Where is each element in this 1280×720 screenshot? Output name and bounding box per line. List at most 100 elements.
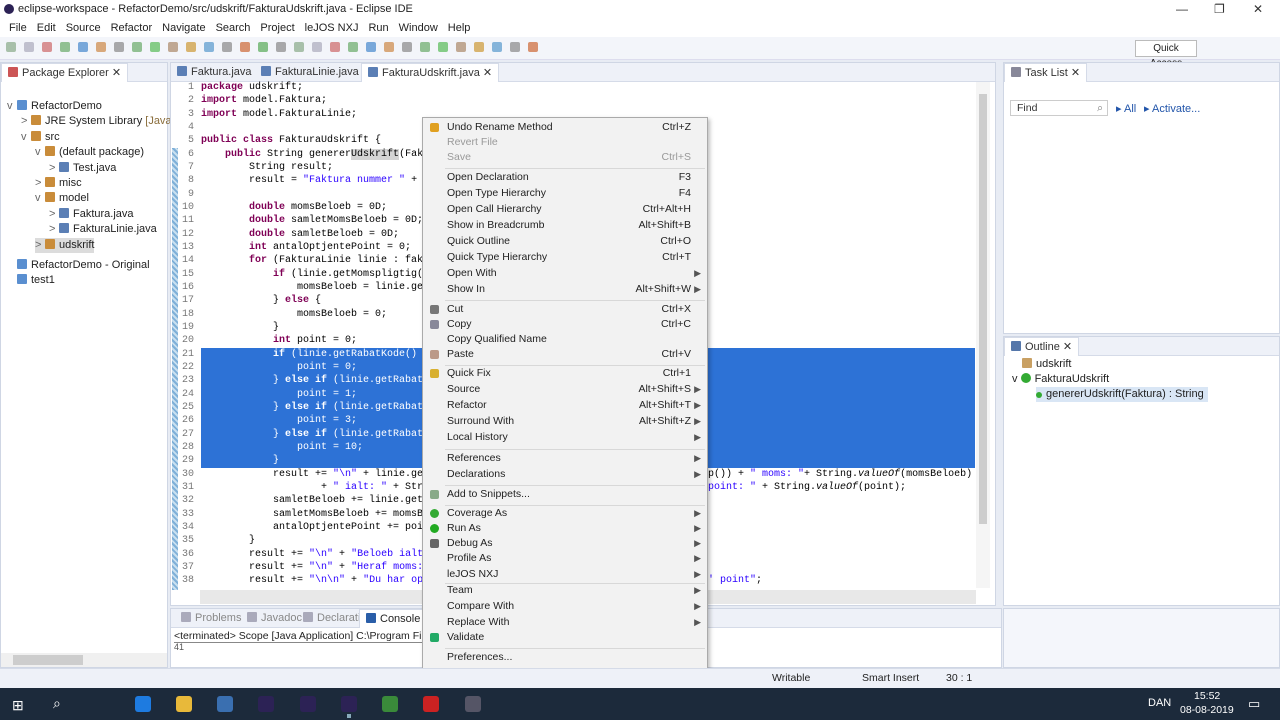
tree-item[interactable]: > JRE System Library [JavaSE- xyxy=(21,114,190,129)
maximize-button[interactable]: ❐ xyxy=(1214,0,1225,19)
menu-item-revert-file[interactable]: Revert File xyxy=(423,135,707,150)
acrobat-icon[interactable] xyxy=(423,696,439,712)
toolbar-button-icon[interactable] xyxy=(132,42,142,52)
expand-toggle-icon[interactable]: > xyxy=(35,238,45,253)
expand-toggle-icon[interactable]: > xyxy=(21,114,31,129)
tree-item[interactable]: v src xyxy=(21,130,60,145)
menu-item-surround-with[interactable]: Surround With Alt+Shift+Z ▶ xyxy=(423,414,707,429)
menu-refactor[interactable]: Refactor xyxy=(106,19,158,37)
toolbar-button-icon[interactable] xyxy=(348,42,358,52)
toolbar-button-icon[interactable] xyxy=(240,42,250,52)
tree-item[interactable]: > udskrift xyxy=(35,237,95,253)
menu-item-open-with[interactable]: Open With ▶ xyxy=(423,266,707,281)
toolbar-button-icon[interactable] xyxy=(222,42,232,52)
toolbar-button-icon[interactable] xyxy=(186,42,196,52)
toolbar-button-icon[interactable] xyxy=(96,42,106,52)
notifications-icon[interactable]: ▭ xyxy=(1248,696,1260,712)
menu-item-open-declaration[interactable]: Open Declaration F3 xyxy=(423,170,707,185)
menu-item-references[interactable]: References ▶ xyxy=(423,451,707,466)
toolbar-button-icon[interactable] xyxy=(456,42,466,52)
menu-edit[interactable]: Edit xyxy=(32,19,61,37)
menu-file[interactable]: File xyxy=(4,19,32,37)
menu-item-debug-as[interactable]: Debug As ▶ xyxy=(423,536,707,551)
toolbar-button-icon[interactable] xyxy=(492,42,502,52)
horizontal-scrollbar[interactable] xyxy=(1,653,167,667)
menu-item-show-in-breadcrumb[interactable]: Show in Breadcrumb Alt+Shift+B xyxy=(423,218,707,233)
edge-icon[interactable] xyxy=(135,696,151,712)
menu-item-add-to-snippets[interactable]: Add to Snippets... xyxy=(423,487,707,502)
toolbar-button-icon[interactable] xyxy=(330,42,340,52)
menu-navigate[interactable]: Navigate xyxy=(157,19,210,37)
toolbar-button-icon[interactable] xyxy=(384,42,394,52)
toolbar-button-icon[interactable] xyxy=(276,42,286,52)
expand-toggle-icon[interactable]: > xyxy=(35,176,45,191)
tree-item[interactable]: test1 xyxy=(7,273,55,288)
menu-item-open-type-hierarchy[interactable]: Open Type Hierarchy F4 xyxy=(423,186,707,201)
menu-item-undo-rename-method[interactable]: Undo Rename Method Ctrl+Z xyxy=(423,120,707,135)
menu-item-copy[interactable]: Copy Ctrl+C xyxy=(423,317,707,332)
outline-item-method[interactable]: genererUdskrift(Faktura) : String xyxy=(1036,387,1208,402)
tab-package-explorer[interactable]: Package Explorer ✕ xyxy=(1,63,129,82)
minimize-button[interactable]: — xyxy=(1176,0,1188,19)
clock-date[interactable]: 08-08-2019 xyxy=(1180,704,1234,716)
menu-item-save[interactable]: Save Ctrl+S xyxy=(423,150,707,165)
tree-item[interactable]: > misc xyxy=(35,176,82,191)
tab-problems[interactable]: Problems xyxy=(175,609,247,628)
close-button[interactable]: ✕ xyxy=(1253,0,1263,19)
toolbar-button-icon[interactable] xyxy=(168,42,178,52)
clock-time[interactable]: 15:52 xyxy=(1194,690,1220,702)
menu-item-show-in[interactable]: Show In Alt+Shift+W ▶ xyxy=(423,282,707,297)
activate-link[interactable]: ▸ Activate... xyxy=(1144,102,1200,115)
menu-item-validate[interactable]: Validate xyxy=(423,630,707,645)
menu-item-declarations[interactable]: Declarations ▶ xyxy=(423,467,707,482)
search-icon[interactable]: ⌕ xyxy=(53,695,61,712)
menu-window[interactable]: Window xyxy=(394,19,443,37)
expand-toggle-icon[interactable]: > xyxy=(49,161,59,176)
app-icon[interactable] xyxy=(465,696,481,712)
file-explorer-icon[interactable] xyxy=(176,696,192,712)
find-input[interactable]: Find ⌕ xyxy=(1010,100,1108,116)
eclipse-icon[interactable] xyxy=(300,696,316,712)
toolbar-button-icon[interactable] xyxy=(42,42,52,52)
menu-help[interactable]: Help xyxy=(443,19,476,37)
tree-item[interactable]: v RefactorDemo xyxy=(7,99,102,114)
expand-toggle-icon[interactable]: v xyxy=(35,145,45,160)
menu-item-profile-as[interactable]: Profile As ▶ xyxy=(423,551,707,566)
expand-toggle-icon[interactable]: v xyxy=(21,130,31,145)
expand-toggle-icon[interactable]: > xyxy=(49,207,59,222)
toolbar-button-icon[interactable] xyxy=(366,42,376,52)
toolbar-button-icon[interactable] xyxy=(420,42,430,52)
language-indicator[interactable]: DAN xyxy=(1148,697,1171,709)
tree-item[interactable]: > FakturaLinie.java xyxy=(49,222,157,237)
menu-item-coverage-as[interactable]: Coverage As ▶ xyxy=(423,506,707,521)
expand-toggle-icon[interactable]: > xyxy=(49,222,59,237)
tab-outline[interactable]: Outline ✕ xyxy=(1004,337,1080,356)
menu-project[interactable]: Project xyxy=(255,19,299,37)
menu-item-lejos-nxj[interactable]: leJOS NXJ ▶ xyxy=(423,567,707,582)
menu-item-quick-type-hierarchy[interactable]: Quick Type Hierarchy Ctrl+T xyxy=(423,250,707,265)
tree-item[interactable]: v model xyxy=(35,191,89,206)
eclipse-icon[interactable] xyxy=(258,696,274,712)
outline-item-class[interactable]: v FakturaUdskrift xyxy=(1012,372,1109,387)
quick-access-input[interactable]: Quick Access xyxy=(1135,40,1197,69)
toolbar-button-icon[interactable] xyxy=(150,42,160,52)
toolbar-button-icon[interactable] xyxy=(312,42,322,52)
toolbar-button-icon[interactable] xyxy=(24,42,34,52)
menu-item-compare-with[interactable]: Compare With ▶ xyxy=(423,599,707,614)
menu-source[interactable]: Source xyxy=(61,19,106,37)
menu-item-cut[interactable]: Cut Ctrl+X xyxy=(423,302,707,317)
toolbar-button-icon[interactable] xyxy=(114,42,124,52)
all-link[interactable]: ▸ All xyxy=(1116,102,1136,115)
menu-item-run-as[interactable]: Run As ▶ xyxy=(423,521,707,536)
store-icon[interactable] xyxy=(217,696,233,712)
menu-item-open-call-hierarchy[interactable]: Open Call Hierarchy Ctrl+Alt+H xyxy=(423,202,707,217)
toolbar-button-icon[interactable] xyxy=(438,42,448,52)
toolbar-button-icon[interactable] xyxy=(528,42,538,52)
tree-item[interactable]: > Faktura.java xyxy=(49,207,134,222)
menu-lejos-nxj[interactable]: leJOS NXJ xyxy=(300,19,364,37)
menu-item-replace-with[interactable]: Replace With ▶ xyxy=(423,615,707,630)
vertical-scrollbar[interactable] xyxy=(976,82,990,588)
tab-task-list[interactable]: Task List ✕ xyxy=(1004,63,1088,82)
toolbar-button-icon[interactable] xyxy=(78,42,88,52)
windows-start-icon[interactable]: ⊞ xyxy=(12,697,24,714)
